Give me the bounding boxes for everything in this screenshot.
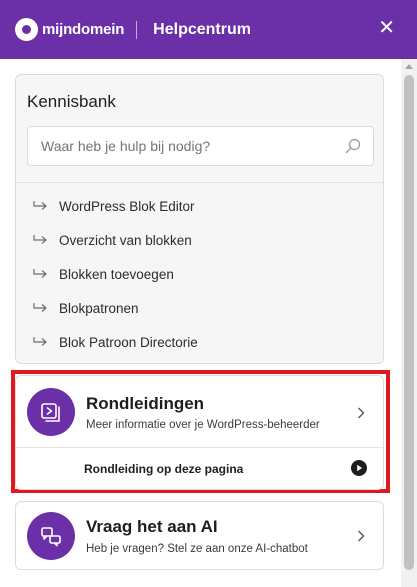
return-arrow-icon [33,303,47,312]
ask-ai-button[interactable]: Vraag het aan AI Heb je vragen? Stel ze … [15,501,384,570]
chevron-right-icon [358,530,365,542]
tour-on-page-button[interactable]: Rondleiding op deze pagina [16,448,383,489]
list-item-label: Blokken toevoegen [59,266,174,282]
kennisbank-divider [16,182,383,183]
search-icon[interactable] [345,138,361,154]
kennisbank-list: WordPress Blok Editor Overzicht van blok… [32,189,372,359]
close-icon[interactable]: ✕ [378,17,395,39]
tour-on-page-label: Rondleiding op deze pagina [84,462,244,476]
header-title: Helpcentrum [153,20,251,38]
brand-name: mijndomein [42,21,125,38]
tours-title: Rondleidingen [86,394,205,413]
logo-circle-icon [15,18,38,41]
kennisbank-card: Kennisbank WordPress Blok Editor Overzic… [15,74,384,364]
list-item-label: Overzicht van blokken [59,232,192,248]
return-arrow-icon [33,235,47,244]
list-item-label: WordPress Blok Editor [59,198,195,214]
list-item-label: Blok Patroon Directorie [59,334,198,350]
play-icon [351,460,367,476]
list-item[interactable]: Blok Patroon Directorie [32,325,372,359]
brand-logo: mijndomein [15,18,124,41]
list-item[interactable]: Blokken toevoegen [32,257,372,291]
scroll-up-arrow-icon[interactable] [405,64,413,69]
chat-bubbles-icon [27,512,75,560]
list-item[interactable]: WordPress Blok Editor [32,189,372,223]
tours-button[interactable]: Rondleidingen Meer informatie over je Wo… [16,376,383,447]
header-separator [136,20,138,39]
search-box[interactable] [27,126,374,166]
ai-subtitle: Heb je vragen? Stel ze aan onze AI-chatb… [86,543,308,555]
return-arrow-icon [33,269,47,278]
tours-card: Rondleidingen Meer informatie over je Wo… [15,375,384,490]
header-bar: mijndomein Helpcentrum ✕ [0,0,417,59]
chevron-right-icon [358,407,365,419]
list-item[interactable]: Overzicht van blokken [32,223,372,257]
return-arrow-icon [33,337,47,346]
kennisbank-title: Kennisbank [27,92,116,111]
list-item[interactable]: Blokpatronen [32,291,372,325]
list-item-label: Blokpatronen [59,300,139,316]
ai-title: Vraag het aan AI [86,517,218,536]
return-arrow-icon [33,201,47,210]
tours-subtitle: Meer informatie over je WordPress-beheer… [86,419,320,431]
play-slides-icon [27,388,75,436]
scrollbar-thumb[interactable] [404,75,414,570]
search-input[interactable] [41,138,331,154]
